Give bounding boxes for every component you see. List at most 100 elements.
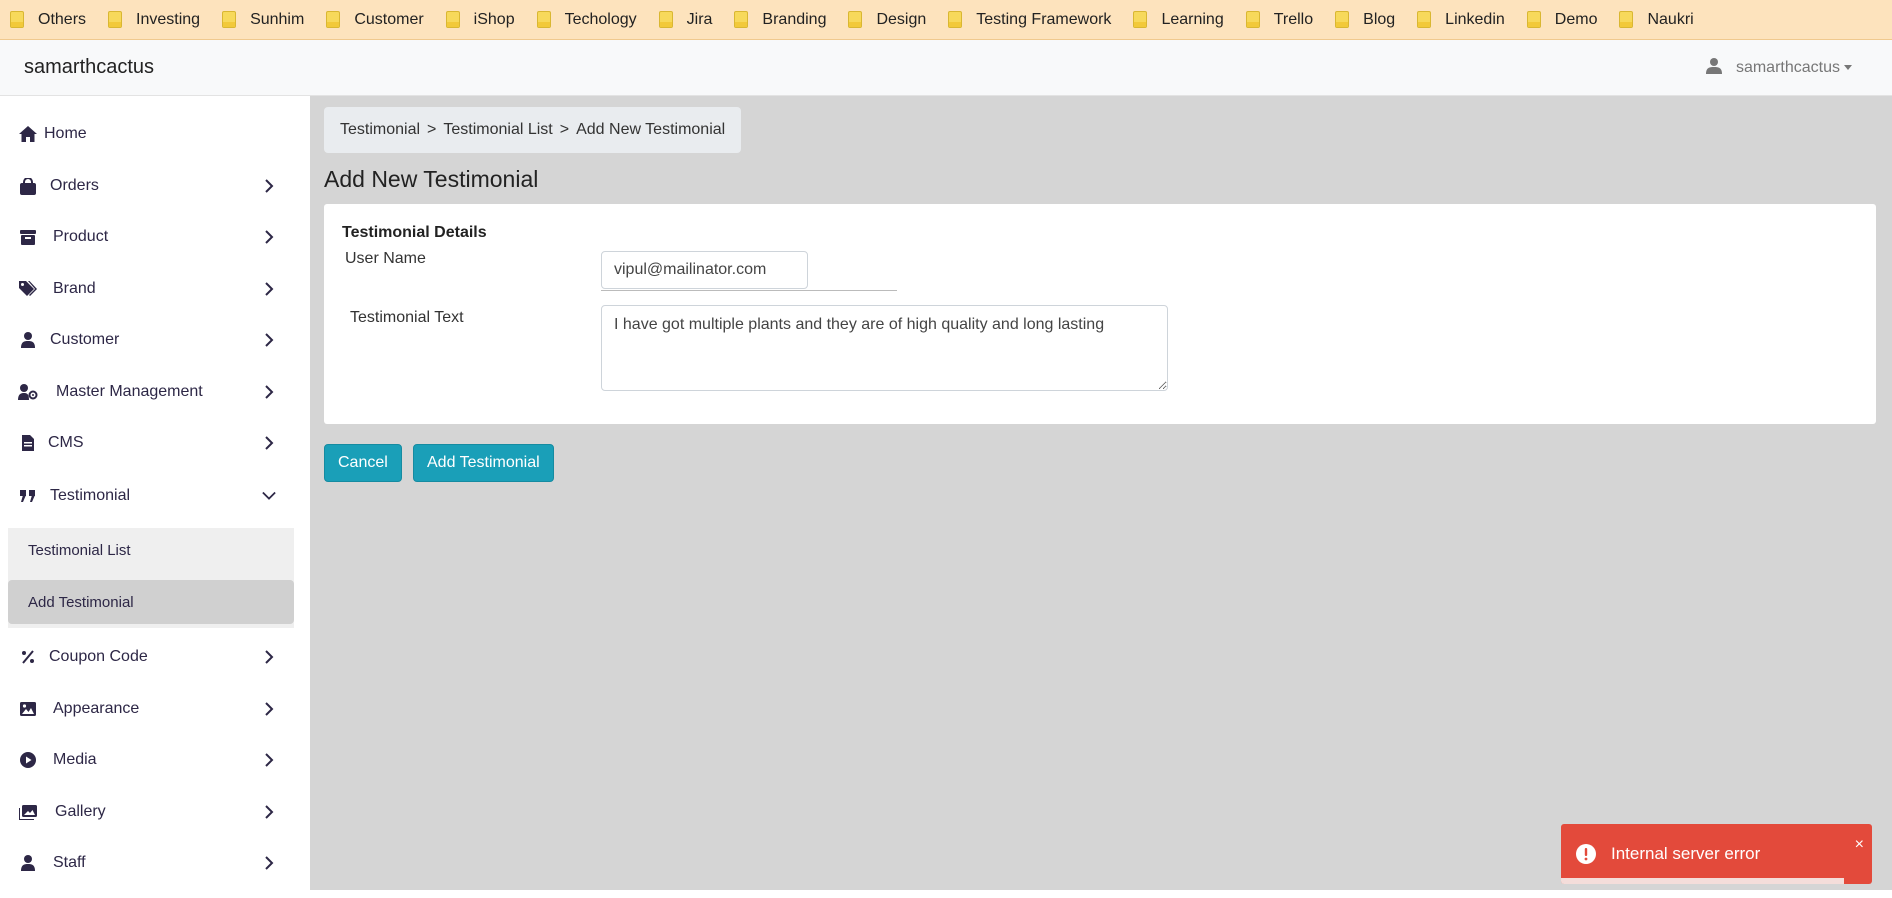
bookmark-item[interactable]: Naukri — [1619, 10, 1694, 29]
bookmark-item[interactable]: Testing Framework — [948, 11, 1111, 29]
folder-icon — [1335, 11, 1350, 28]
user-icon — [18, 853, 38, 873]
breadcrumb-separator: > — [559, 121, 570, 138]
folder-icon — [108, 11, 123, 28]
folder-icon — [222, 11, 237, 28]
folder-icon — [1526, 11, 1541, 28]
bookmark-item[interactable]: Trello — [1245, 10, 1314, 29]
sidebar-item-appearance[interactable]: Appearance — [0, 687, 300, 731]
sidebar-item-label: Orders — [50, 177, 99, 194]
breadcrumb: Testimonial > Testimonial List > Add New… — [324, 107, 742, 153]
folder-icon — [1417, 11, 1432, 28]
bookmarks-bar: Others Investing Sunhim Customer iShop Techol… — [0, 0, 1892, 40]
testimonial-text-area[interactable]: I have got multiple plants and they are … — [601, 305, 1168, 391]
folder-icon — [1133, 11, 1148, 28]
sidebar-item-label: Product — [53, 228, 109, 245]
sidebar-item-label: Coupon Code — [49, 648, 148, 665]
bookmark-item[interactable]: Learning — [1133, 10, 1224, 29]
sidebar: Home Orders Product Brand Customer Maste… — [0, 96, 310, 898]
image-icon — [18, 699, 38, 719]
sidebar-subitem-testimonial-list[interactable]: Testimonial List — [8, 528, 294, 572]
sidebar-item-home[interactable]: Home — [0, 112, 300, 156]
chevron-right-icon — [262, 385, 276, 399]
chevron-right-icon — [262, 702, 276, 716]
bookmark-label: Customer — [354, 10, 424, 28]
sidebar-item-cms[interactable]: CMS — [0, 421, 300, 465]
bookmark-label: Sunhim — [250, 10, 305, 28]
sidebar-item-orders[interactable]: Orders — [0, 164, 300, 208]
sidebar-item-brand[interactable]: Brand — [0, 267, 300, 311]
brand-name[interactable]: samarthcactus — [24, 56, 154, 79]
bookmark-item[interactable]: Linkedin — [1417, 11, 1505, 29]
sidebar-item-label: Home — [44, 125, 87, 142]
add-testimonial-button[interactable]: Add Testimonial — [413, 444, 554, 482]
bookmark-label: Trello — [1273, 10, 1314, 28]
breadcrumb-item[interactable]: Testimonial List — [443, 121, 552, 139]
tags-icon — [18, 279, 38, 299]
bookmark-item[interactable]: Sunhim — [222, 11, 304, 29]
sidebar-item-gallery[interactable]: Gallery — [0, 790, 300, 834]
folder-icon — [1619, 11, 1634, 28]
breadcrumb-item-current: Add New Testimonial — [576, 121, 726, 138]
shopping-bag-icon — [18, 176, 38, 196]
sidebar-item-customer[interactable]: Customer — [0, 318, 300, 362]
sidebar-item-product[interactable]: Product — [0, 215, 300, 259]
breadcrumb-item[interactable]: Testimonial — [340, 121, 420, 139]
folder-icon — [948, 11, 963, 28]
bookmark-item[interactable]: Design — [848, 11, 926, 29]
quote-icon — [18, 486, 38, 506]
folder-icon — [848, 11, 863, 28]
sidebar-item-staff[interactable]: Staff — [0, 841, 300, 885]
sidebar-item-label: Master Management — [56, 383, 203, 400]
error-icon — [1575, 843, 1597, 865]
main-content: Testimonial > Testimonial List > Add New… — [310, 96, 1892, 890]
username-label: User Name — [345, 250, 426, 267]
chevron-right-icon — [262, 179, 276, 193]
section-title: Testimonial Details — [342, 224, 487, 241]
bookmark-item[interactable]: Investing — [108, 11, 200, 29]
bookmark-item[interactable]: Demo — [1526, 11, 1597, 29]
page-title: Add New Testimonial — [324, 166, 539, 192]
cancel-button[interactable]: Cancel — [324, 444, 402, 482]
folder-icon — [1245, 11, 1260, 28]
bookmark-item[interactable]: Jira — [658, 11, 712, 29]
folder-icon — [734, 11, 749, 28]
sidebar-item-testimonial[interactable]: Testimonial — [0, 474, 300, 518]
bookmark-item[interactable]: Customer — [326, 10, 424, 29]
chevron-right-icon — [262, 650, 276, 664]
folder-icon — [10, 11, 24, 28]
chevron-right-icon — [262, 805, 276, 819]
breadcrumb-separator: > — [427, 121, 437, 138]
sidebar-item-label: Brand — [53, 280, 96, 297]
chevron-right-icon — [262, 282, 276, 296]
bookmark-item[interactable]: Branding — [734, 11, 826, 29]
bookmark-label: Learning — [1161, 10, 1224, 28]
user-icon — [18, 330, 38, 350]
sidebar-item-media[interactable]: Media — [0, 738, 300, 782]
toast-progress-bar — [1561, 878, 1844, 884]
bookmark-item[interactable]: iShop — [445, 11, 515, 29]
sidebar-item-label: Gallery — [55, 803, 106, 820]
bookmark-label: Naukri — [1647, 10, 1694, 28]
file-icon — [18, 433, 38, 453]
error-toast: Internal server error × — [1561, 824, 1872, 884]
sidebar-item-coupon-code[interactable]: Coupon Code — [0, 635, 300, 679]
testimonial-text-label: Testimonial Text — [350, 309, 464, 326]
top-navbar: samarthcactus samarthcactus — [0, 40, 1892, 96]
folder-icon — [326, 11, 341, 28]
sidebar-item-master-management[interactable]: Master Management — [0, 370, 300, 414]
bookmark-item[interactable]: Others — [10, 11, 86, 29]
sidebar-subitem-add-testimonial[interactable]: Add Testimonial — [8, 580, 294, 624]
chevron-right-icon — [262, 333, 276, 347]
images-icon — [18, 802, 38, 822]
bookmark-item[interactable]: Blog — [1335, 11, 1395, 29]
user-icon — [1705, 57, 1722, 79]
close-icon[interactable]: × — [1855, 836, 1864, 854]
bookmark-item[interactable]: Techology — [536, 11, 637, 29]
chevron-down-icon — [262, 489, 276, 503]
user-menu[interactable]: samarthcactus — [1705, 57, 1852, 79]
folder-icon — [445, 11, 460, 28]
username-field[interactable] — [601, 251, 808, 289]
testimonial-details-card: Testimonial Details User Name Testimonia… — [324, 204, 1876, 424]
sidebar-item-label: Media — [53, 751, 97, 768]
